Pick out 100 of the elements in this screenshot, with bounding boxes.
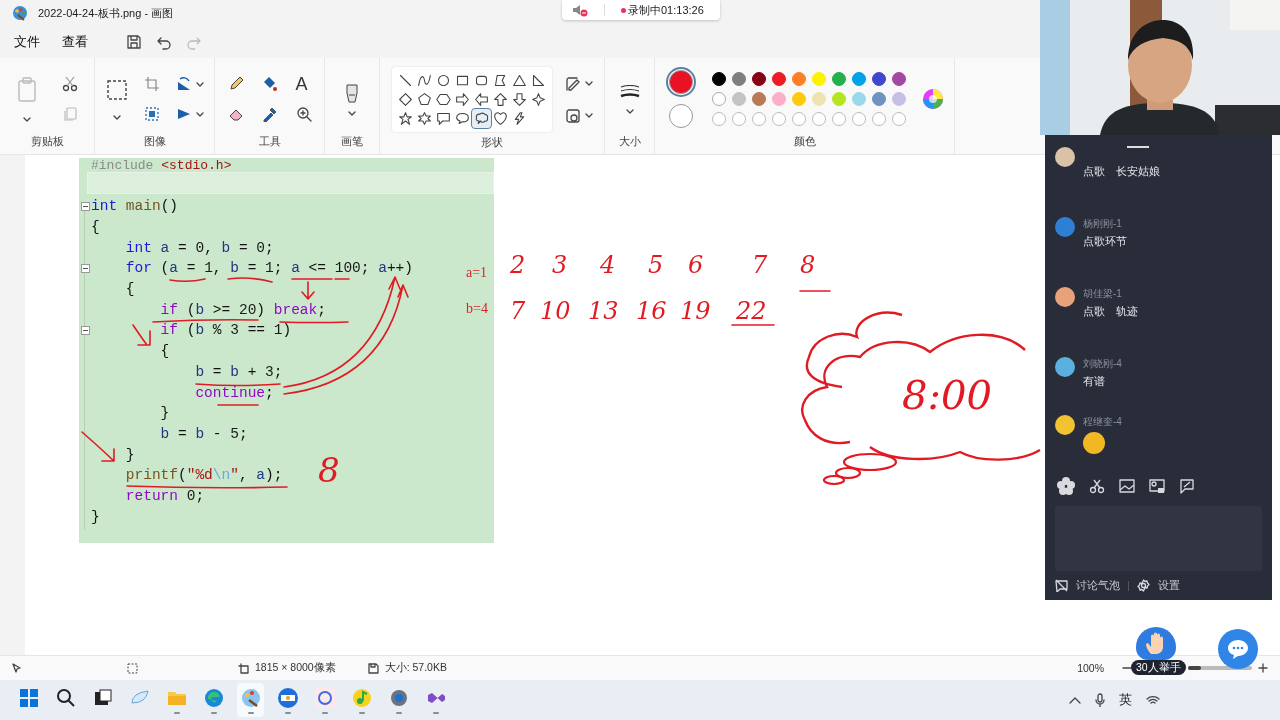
chevron-up-icon[interactable]	[1069, 696, 1081, 704]
shape-button[interactable]	[491, 90, 510, 109]
color-swatch[interactable]	[751, 72, 766, 86]
empty-color-slot[interactable]	[791, 112, 806, 126]
image-icon[interactable]	[1119, 478, 1135, 494]
bubble-toggle[interactable]: 讨论气泡	[1076, 578, 1120, 593]
resize-icon[interactable]	[143, 106, 160, 122]
empty-color-slot[interactable]	[891, 112, 906, 126]
select-icon[interactable]	[105, 78, 128, 101]
shape-button[interactable]	[396, 90, 415, 109]
save-icon	[367, 662, 379, 674]
crop-icon[interactable]	[143, 76, 160, 92]
shape-button[interactable]	[529, 90, 548, 109]
handwritten-number: 2	[510, 253, 526, 277]
microphone-icon[interactable]	[1095, 693, 1105, 707]
chat-message: 点歌 长安姑娘	[1083, 164, 1160, 179]
caret-icon[interactable]	[625, 108, 634, 114]
color-swatch[interactable]	[731, 72, 746, 86]
stroke-size-icon[interactable]	[619, 84, 640, 99]
color-swatch[interactable]	[711, 72, 726, 86]
empty-color-slot[interactable]	[771, 112, 786, 126]
chat-message: 点歌 轨迹	[1083, 304, 1138, 319]
start-icon	[17, 686, 40, 709]
color-wheel-icon[interactable]	[921, 88, 944, 110]
star4-shape-icon	[531, 92, 546, 107]
caret-icon[interactable]	[112, 114, 121, 120]
flower-icon[interactable]	[1057, 477, 1075, 495]
code-line: if (b >= 20) break;	[159, 301, 326, 318]
rotate-icon[interactable]	[175, 76, 192, 92]
right-triangle-shape-icon	[531, 73, 546, 88]
empty-color-slot[interactable]	[751, 112, 766, 126]
handwritten-note: 8:00	[902, 375, 992, 415]
code-line: printf("%d\n", a);	[124, 467, 283, 484]
empty-color-slot[interactable]	[711, 112, 726, 126]
color-swatch[interactable]	[871, 72, 886, 86]
group-label: 工具	[258, 134, 281, 149]
pointer-icon	[12, 663, 22, 673]
drag-handle[interactable]	[1127, 146, 1149, 148]
search-icon	[54, 686, 77, 709]
lightning-shape-icon	[512, 111, 527, 126]
color-swatch[interactable]	[831, 72, 846, 86]
current-color-swatch[interactable]	[668, 70, 693, 94]
fill-style-icon[interactable]	[565, 107, 581, 124]
empty-color-slot[interactable]	[871, 112, 886, 126]
fold-icon	[80, 201, 90, 211]
caret-icon[interactable]	[348, 110, 356, 116]
color-swatch[interactable]	[711, 92, 726, 106]
settings-link[interactable]: 设置	[1158, 578, 1180, 593]
empty-color-slot[interactable]	[731, 112, 746, 126]
wifi-icon[interactable]	[1146, 695, 1160, 705]
caret-icon[interactable]	[585, 81, 593, 86]
empty-color-slot[interactable]	[831, 112, 846, 126]
menu-item[interactable]: 文件	[10, 30, 44, 54]
shape-button[interactable]	[396, 109, 415, 128]
empty-color-slot[interactable]	[811, 112, 826, 126]
scissors-icon[interactable]	[1089, 478, 1105, 494]
code-line: return 0;	[124, 487, 205, 504]
group-label: 剪贴板	[30, 134, 64, 149]
typed-label: a=1	[466, 265, 488, 281]
color-swatch[interactable]	[851, 72, 866, 86]
pencil-icon[interactable]	[227, 76, 244, 92]
color-swatch[interactable]	[771, 72, 786, 86]
text-tool[interactable]: A	[295, 76, 312, 92]
caret-icon[interactable]	[195, 111, 204, 117]
cut-icon[interactable]	[62, 76, 78, 92]
current-color-swatch[interactable]	[668, 104, 693, 128]
shape-button[interactable]	[472, 109, 491, 128]
chat-message: 有谱	[1083, 374, 1106, 389]
color-picker-icon[interactable]	[261, 106, 278, 122]
input-method[interactable]: 英	[1119, 691, 1132, 709]
save-icon[interactable]	[126, 34, 142, 50]
shape-button[interactable]	[472, 90, 491, 109]
color-swatch[interactable]	[751, 92, 766, 106]
shape-button[interactable]	[415, 109, 434, 128]
shape-button[interactable]	[510, 90, 529, 109]
menu-item[interactable]: 查看	[58, 30, 92, 54]
comment-icon[interactable]	[1179, 478, 1195, 494]
color-swatch[interactable]	[791, 72, 806, 86]
zoom-in-icon[interactable]	[1258, 663, 1268, 673]
outline-icon[interactable]	[565, 75, 581, 92]
shape-button[interactable]	[491, 109, 510, 128]
sender-name: 刘晓刚-4	[1083, 357, 1122, 369]
shape-button[interactable]	[453, 90, 472, 109]
browser-icon	[202, 686, 225, 709]
color-swatch[interactable]	[871, 92, 886, 106]
caret-icon[interactable]	[585, 113, 593, 118]
diamond-shape-icon	[398, 92, 413, 107]
speaker-muted-icon[interactable]	[572, 3, 588, 17]
typed-label: b=4	[466, 301, 488, 317]
fold-icon	[80, 325, 90, 335]
caret-icon[interactable]	[23, 116, 31, 122]
flip-icon[interactable]	[175, 106, 192, 122]
settings-icon[interactable]	[1137, 579, 1150, 593]
color-swatch[interactable]	[891, 72, 906, 86]
caret-icon[interactable]	[195, 81, 204, 87]
bubble-off-icon[interactable]	[1055, 579, 1068, 593]
screen-share-icon[interactable]	[1149, 478, 1165, 494]
magnifier-icon[interactable]	[295, 106, 312, 122]
brush-icon[interactable]	[344, 82, 360, 105]
empty-color-slot[interactable]	[851, 112, 866, 126]
